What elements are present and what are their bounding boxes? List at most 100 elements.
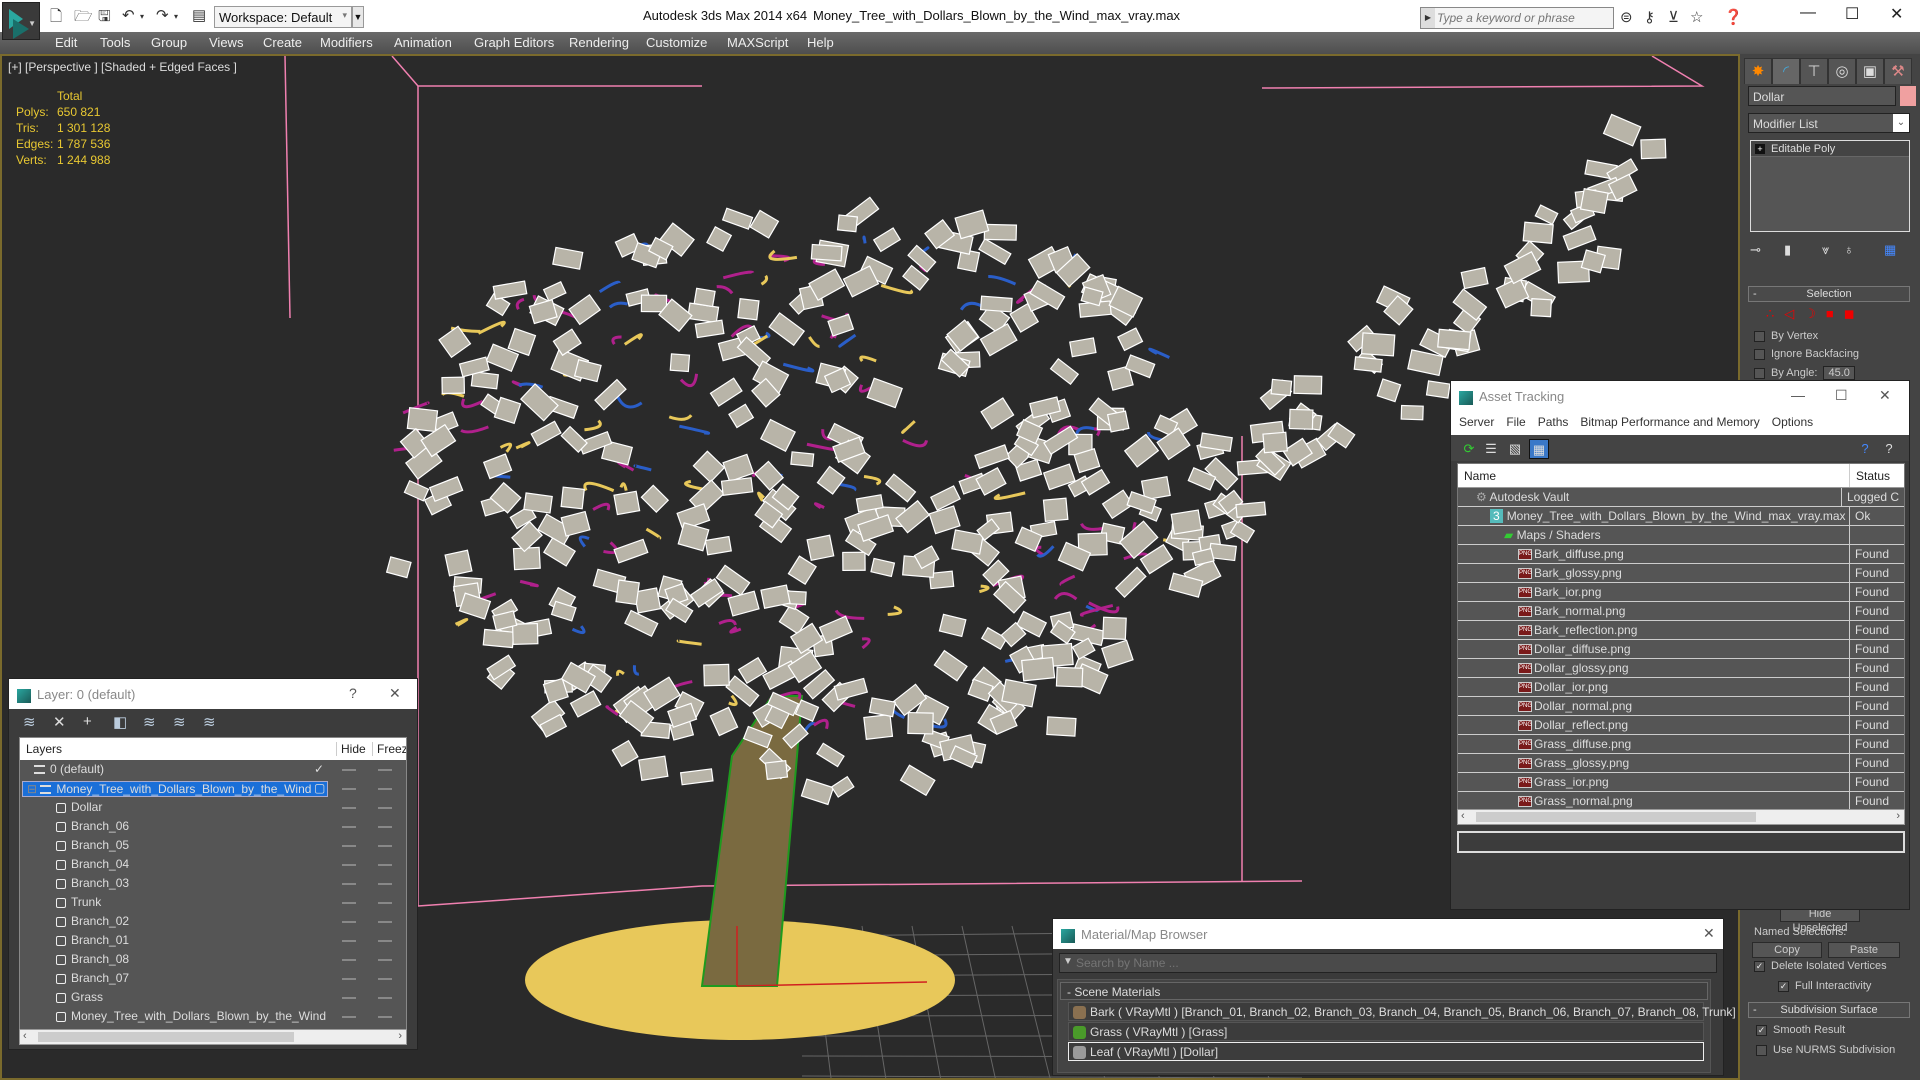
material-item[interactable]: Leaf ( VRayMtl ) [Dollar] [1068,1042,1704,1061]
asset-row[interactable]: ▰ Maps / Shaders [1458,526,1904,545]
subdivision-rollout[interactable]: - Subdivision Surface [1748,1002,1910,1018]
close-button[interactable]: ✕ [1703,925,1715,942]
layer-row[interactable]: Branch_08 [20,950,406,969]
maximize-button[interactable]: ☐ [1845,4,1859,24]
column-status[interactable]: Status [1850,464,1896,487]
hide-toggle[interactable] [342,978,356,980]
menu-modifiers[interactable]: Modifiers [320,35,373,50]
freeze-toggle[interactable] [378,769,392,771]
star-icon[interactable]: ☆ [1690,8,1703,26]
expand-search-icon[interactable]: ▶ [1421,8,1435,28]
material-item[interactable]: Bark ( VRayMtl ) [Branch_01, Branch_02, … [1068,1002,1736,1021]
layer-properties-icon[interactable]: ≋ [203,713,216,731]
layer-row[interactable]: Branch_06 [20,817,406,836]
scroll-right-icon[interactable]: › [1896,810,1900,822]
minimize-button[interactable]: — [1800,4,1816,22]
remove-modifier-icon[interactable]: ♁ [1844,242,1854,257]
hide-toggle[interactable] [342,883,356,885]
column-hide[interactable]: Hide [336,742,366,756]
freeze-toggle[interactable] [378,807,392,809]
copy-button[interactable]: Copy [1752,942,1822,958]
asset-row[interactable]: PNG Dollar_diffuse.png Found [1458,640,1904,659]
freeze-toggle[interactable] [378,921,392,923]
search-input[interactable] [1437,9,1611,27]
help-icon[interactable]: ❓ [1724,8,1743,26]
menu-animation[interactable]: Animation [394,35,452,50]
column-layers[interactable]: Layers [26,742,62,756]
menu-maxscript[interactable]: MAXScript [727,35,788,50]
asset-row[interactable]: PNG Bark_diffuse.png Found [1458,545,1904,564]
dialog-title-bar[interactable]: Material/Map Browser ✕ [1053,919,1723,949]
freeze-toggle[interactable] [378,959,392,961]
asset-row[interactable]: PNG Grass_glossy.png Found [1458,754,1904,773]
expand-icon[interactable]: + [1755,144,1765,154]
dialog-title-bar[interactable]: Asset Tracking — ☐ ✕ [1451,381,1909,411]
layer-row[interactable]: Branch_03 [20,874,406,893]
scene-materials-group[interactable]: - Scene Materials [1060,982,1708,1000]
delete-isolated-checkbox[interactable]: ✓ Delete Isolated Vertices [1754,960,1887,972]
full-interactivity-checkbox[interactable]: ✓ Full Interactivity [1778,980,1871,992]
hide-toggle[interactable] [342,921,356,923]
asset-row[interactable]: PNG Dollar_glossy.png Found [1458,659,1904,678]
satellite-icon[interactable]: ⊻ [1668,8,1679,26]
close-button[interactable]: ✕ [1890,4,1903,24]
hide-toggle[interactable] [342,940,356,942]
modify-tab-icon[interactable]: ◜ [1772,58,1800,84]
current-layer-check-icon[interactable]: ✓ [314,762,324,776]
asset-path-field[interactable] [1457,831,1905,853]
use-nurms-checkbox[interactable]: Use NURMS Subdivision [1756,1044,1895,1056]
pin-stack-icon[interactable]: ⊸ [1750,242,1761,258]
angle-spinner[interactable]: 45.0 [1823,366,1855,380]
scroll-left-icon[interactable]: ‹ [23,1030,27,1042]
menu-create[interactable]: Create [263,35,302,50]
asset-row[interactable]: PNG Bark_ior.png Found [1458,583,1904,602]
open-file-icon[interactable]: 🗁 [74,6,93,31]
layer-row[interactable]: 0 (default) ✓ [20,760,406,779]
layer-row[interactable]: Branch_07 [20,969,406,988]
menu-rendering[interactable]: Rendering [569,35,629,50]
freeze-toggle[interactable] [378,997,392,999]
asset-row[interactable]: PNG Grass_diffuse.png Found [1458,735,1904,754]
freeze-toggle[interactable] [378,940,392,942]
undo-icon[interactable]: ↶ [122,6,135,24]
by-angle-checkbox[interactable]: By Angle: 45.0 [1754,366,1855,380]
hide-toggle[interactable] [342,1016,356,1018]
scroll-thumb[interactable] [38,1032,294,1042]
asset-row[interactable]: ⚙ Autodesk Vault Logged C [1458,488,1904,507]
configure-modifier-sets-icon[interactable]: ▦ [1884,242,1896,258]
create-tab-icon[interactable]: ✸ [1744,58,1772,84]
close-button[interactable]: ✕ [1879,387,1891,404]
menu-bitmap-performance[interactable]: Bitmap Performance and Memory [1580,415,1759,431]
display-tab-icon[interactable]: ▣ [1856,58,1884,84]
ignore-backfacing-checkbox[interactable]: Ignore Backfacing [1754,348,1859,360]
material-item[interactable]: Grass ( VRayMtl ) [Grass] [1068,1022,1704,1041]
hide-toggle[interactable] [342,807,356,809]
layer-row[interactable]: Branch_02 [20,912,406,931]
filter-dropdown-icon[interactable]: ▼ [1063,956,1073,967]
layer-row[interactable]: Branch_05 [20,836,406,855]
help-button[interactable]: ? [349,685,357,701]
subobject-level-icons[interactable]: ∴◁☽■◼ [1766,306,1865,322]
project-folder-icon[interactable]: ▤ [192,6,206,24]
workspace-dropdown[interactable]: Workspace: Default ▾ [214,6,352,28]
motion-tab-icon[interactable]: ◎ [1828,58,1856,84]
layer-row[interactable]: ⊟ Money_Tree_with_Dollars_Blown_by_the_W… [20,779,406,798]
binoculars-icon[interactable]: ⊜ [1620,8,1633,26]
quick-access-customize-button[interactable]: ▼ [352,6,364,28]
layer-row[interactable]: Grass [20,988,406,1007]
asset-row[interactable]: PNG Bark_normal.png Found [1458,602,1904,621]
utilities-tab-icon[interactable]: ⚒ [1884,58,1912,84]
smooth-result-checkbox[interactable]: ✓ Smooth Result [1756,1024,1845,1036]
asset-row[interactable]: 3 Money_Tree_with_Dollars_Blown_by_the_Wi… [1458,507,1904,526]
menu-views[interactable]: Views [209,35,243,50]
modifier-stack-item[interactable]: + Editable Poly [1751,141,1909,157]
freeze-toggle[interactable] [378,978,392,980]
menu-customize[interactable]: Customize [646,35,707,50]
new-file-icon[interactable]: 🗋 [50,6,62,31]
menu-edit[interactable]: Edit [55,35,77,50]
modifier-list-dropdown[interactable]: Modifier List ⌄ [1748,113,1910,133]
layer-row[interactable]: Branch_04 [20,855,406,874]
freeze-toggle[interactable] [378,845,392,847]
scroll-right-icon[interactable]: › [398,1030,402,1042]
column-freeze[interactable]: Freeze [372,742,406,756]
